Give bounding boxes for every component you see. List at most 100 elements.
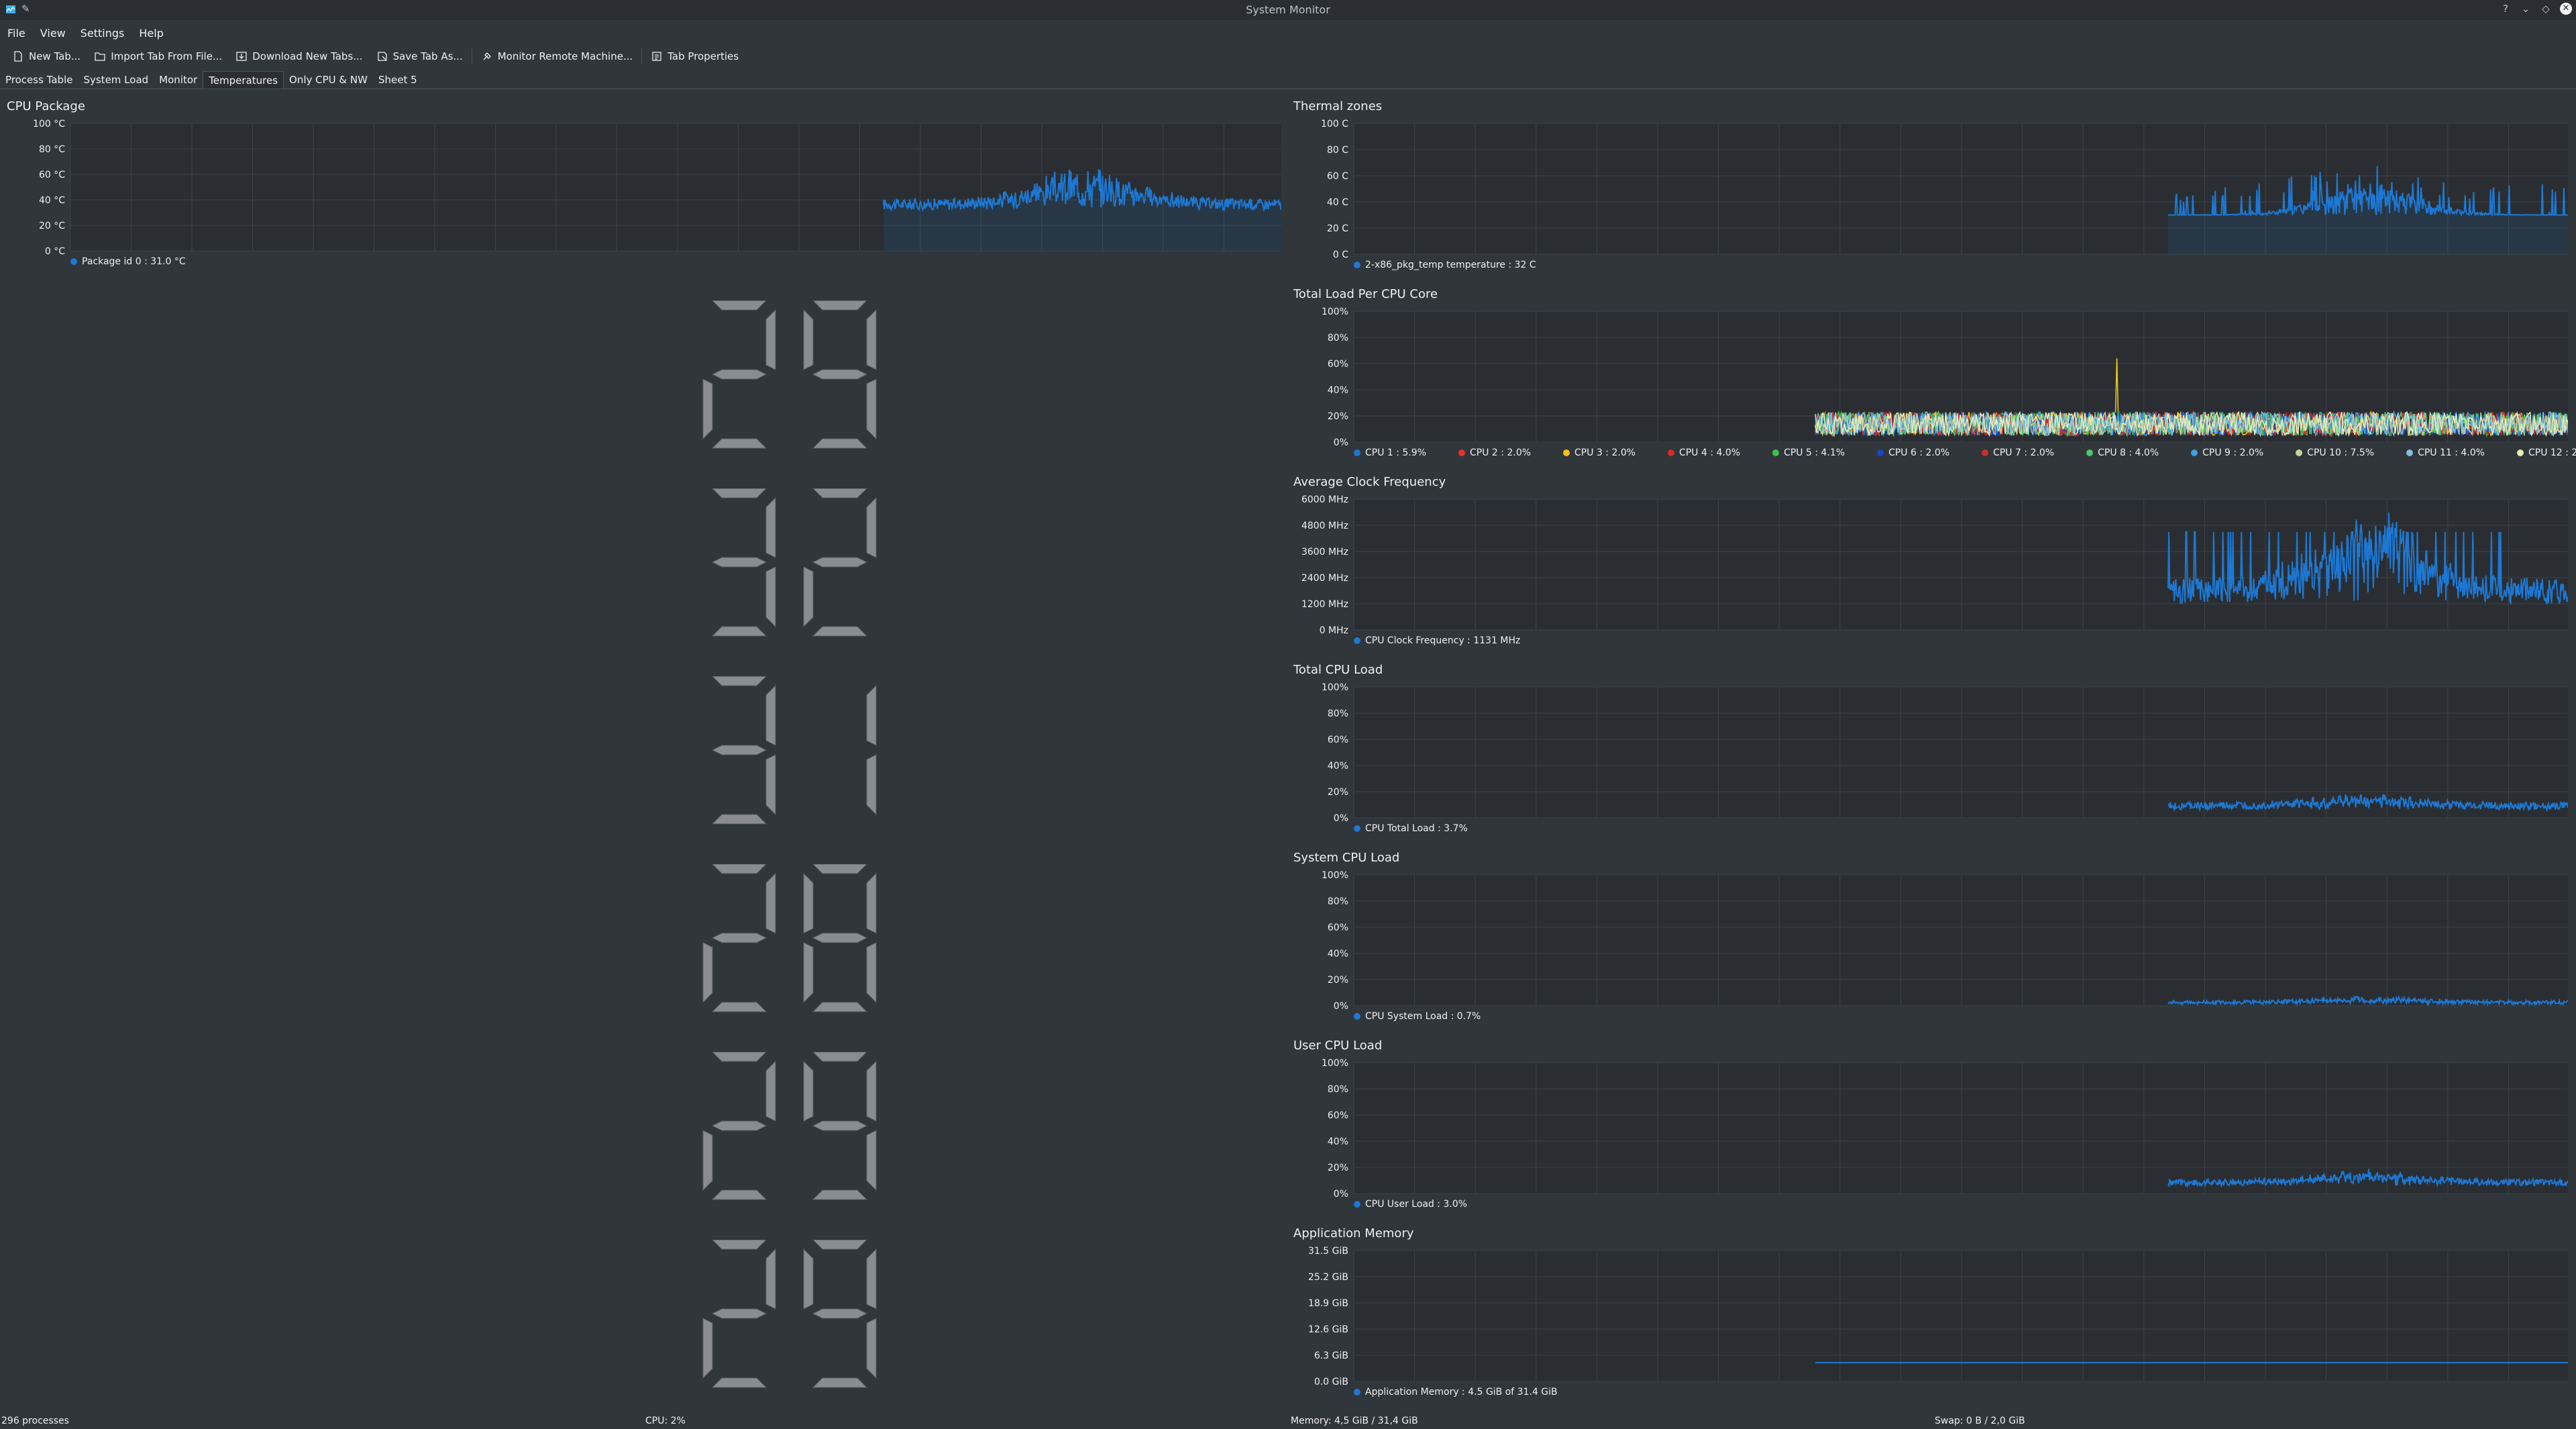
lcd-segment xyxy=(765,566,776,628)
user-cpu-load-chart[interactable]: User CPU Load 100% 80% 60% 40% 20% 0% CPU User … xyxy=(1293,1039,2568,1216)
lcd-segment xyxy=(712,488,767,498)
legend-item: CPU 11 : 4.0% xyxy=(2406,447,2485,458)
lcd-segment xyxy=(765,1060,776,1122)
tab-monitor[interactable]: Monitor xyxy=(154,71,203,89)
maximize-icon[interactable]: ◇ xyxy=(2540,3,2552,15)
plot-group xyxy=(1353,686,2568,818)
lcd-segment xyxy=(711,745,767,755)
new-document-icon xyxy=(14,51,22,62)
y-tick-label: 3600 MHz xyxy=(1301,547,1348,558)
chart-title: User CPU Load xyxy=(1293,1039,1383,1053)
legend-label: Application Memory : 4.5 GiB of 31.4 GiB xyxy=(1365,1387,1558,1397)
legend-label: CPU 4 : 4.0% xyxy=(1679,447,1741,458)
tab-properties-label: Tab Properties xyxy=(667,50,739,62)
close-icon[interactable]: ✕ xyxy=(2560,3,2572,15)
lcd-segment xyxy=(812,1120,868,1131)
y-tick-label: 60% xyxy=(1328,735,1348,745)
y-tick-label: 40 °C xyxy=(39,195,65,206)
y-tick-label: 2400 MHz xyxy=(1301,573,1348,584)
legend-label: CPU System Load : 0.7% xyxy=(1365,1011,1481,1022)
plot-area: 6000 MHz 4800 MHz 3600 MHz 2400 MHz 1200 MHz… xyxy=(1301,495,2568,634)
legend-item: Package id 0 : 31.0 °C xyxy=(70,256,186,267)
thermal-zones-chart[interactable]: Thermal zones 100 C 80 C 60 C 40 C 20 C 0 C 2-x… xyxy=(1293,99,2568,277)
cpu-status: CPU: 2% xyxy=(645,1416,686,1426)
lcd-segment xyxy=(803,942,814,1004)
new-tab-button[interactable]: New Tab... xyxy=(5,48,87,65)
y-tick-label: 20 C xyxy=(1327,223,1348,234)
chart-legend: CPU 1 : 5.9% CPU 2 : 2.0% CPU 3 : 2.0% CPU … xyxy=(1354,447,2576,458)
plot-area: 100% 80% 60% 40% 20% 0% xyxy=(1322,1059,2568,1198)
legend-item: CPU 12 : 2.0% xyxy=(2516,447,2576,458)
remote-connect-icon xyxy=(483,52,491,60)
legend-label: CPU 8 : 4.0% xyxy=(2098,447,2159,458)
system-cpu-load-chart[interactable]: System CPU Load 100% 80% 60% 40% 20% 0% CPU Sys… xyxy=(1293,851,2568,1028)
y-tick-label: 20% xyxy=(1328,1163,1348,1173)
lcd-digits xyxy=(702,301,877,449)
monitor-remote-button[interactable]: Monitor Remote Machine... xyxy=(474,48,640,65)
app-memory-chart[interactable]: Application Memory 31.5 GiB 25.2 GiB 18.9 G… xyxy=(1293,1226,2568,1404)
menu-view[interactable]: View xyxy=(33,24,73,40)
per-core-load-chart[interactable]: Total Load Per CPU Core 100% 80% 60% 40% 20% 0… xyxy=(1293,287,2576,465)
y-tick-label: 20% xyxy=(1328,975,1348,986)
minimize-icon[interactable]: ⌄ xyxy=(2520,3,2532,15)
tab-system-load[interactable]: System Load xyxy=(78,71,154,89)
legend-label: CPU 9 : 2.0% xyxy=(2202,447,2264,458)
plot-group xyxy=(1353,1250,2568,1382)
lcd-segment xyxy=(765,872,776,934)
lcd-segment xyxy=(711,438,767,449)
help-icon[interactable]: ? xyxy=(2500,3,2512,15)
legend-item: Application Memory : 4.5 GiB of 31.4 GiB xyxy=(1354,1387,1558,1397)
y-tick-label: 0 °C xyxy=(45,246,65,255)
lcd-digits xyxy=(702,1240,877,1388)
lcd-segment xyxy=(812,626,868,637)
chart-legend: CPU Total Load : 3.7% xyxy=(1354,823,1468,834)
tab-properties-button[interactable]: Tab Properties xyxy=(644,48,745,65)
lcd-segment xyxy=(866,684,877,746)
menu-file[interactable]: File xyxy=(0,24,33,40)
folder-open-icon xyxy=(95,52,105,61)
lcd-reading: 31 xyxy=(698,676,885,825)
chart-legend: CPU User Load : 3.0% xyxy=(1354,1199,1467,1210)
y-tick-label: 0% xyxy=(1334,437,1348,446)
total-cpu-load-chart[interactable]: Total CPU Load 100% 80% 60% 40% 20% 0% CPU Tota… xyxy=(1293,663,2568,841)
lcd-segment xyxy=(812,438,868,449)
tab-process-table[interactable]: Process Table xyxy=(0,71,78,89)
lcd-segment xyxy=(702,942,713,1004)
y-tick-label: 60 C xyxy=(1327,171,1348,182)
clock-frequency-chart[interactable]: Average Clock Frequency 6000 MHz 4800 MHz 3… xyxy=(1293,475,2568,653)
lcd-segment xyxy=(803,1248,814,1310)
menu-settings[interactable]: Settings xyxy=(73,24,132,40)
tab-only-cpu-nw[interactable]: Only CPU & NW xyxy=(284,71,373,89)
lcd-segment xyxy=(712,864,767,874)
legend-label: CPU 7 : 2.0% xyxy=(1993,447,2055,458)
download-tabs-button[interactable]: Download New Tabs... xyxy=(229,48,369,65)
legend-item: CPU 2 : 2.0% xyxy=(1458,447,1531,458)
legend-swatch xyxy=(1354,1201,1360,1208)
y-tick-label: 6.3 GiB xyxy=(1314,1351,1348,1361)
legend-label: 2-x86_pkg_temp temperature : 32 C xyxy=(1365,260,1536,270)
menu-help[interactable]: Help xyxy=(131,24,170,40)
lcd-segment xyxy=(803,1060,814,1122)
chart-legend: CPU Clock Frequency : 1131 MHz xyxy=(1354,635,1520,646)
save-tab-button[interactable]: Save Tab As... xyxy=(370,48,470,65)
cpu-package-chart[interactable]: CPU Package 100 °C 80 °C 60 °C 40 °C 20 °C 0 °… xyxy=(7,99,1281,274)
lcd-segment xyxy=(866,1248,877,1310)
y-tick-label: 6000 MHz xyxy=(1301,495,1348,505)
tab-sheet-5[interactable]: Sheet 5 xyxy=(373,71,423,89)
y-tick-label: 12.6 GiB xyxy=(1308,1324,1348,1335)
lcd-segment xyxy=(866,378,877,440)
legend-swatch xyxy=(1877,449,1884,456)
plot-area: 100% 80% 60% 40% 20% 0% xyxy=(1322,683,2568,822)
plot-group xyxy=(1353,311,2568,443)
legend-item: CPU Clock Frequency : 1131 MHz xyxy=(1354,635,1520,646)
y-tick-label: 40% xyxy=(1328,385,1348,396)
chart-legend: Application Memory : 4.5 GiB of 31.4 GiB xyxy=(1354,1387,1558,1397)
chart-title: Average Clock Frequency xyxy=(1293,475,1446,489)
import-tab-button[interactable]: Import Tab From File... xyxy=(87,48,229,65)
lcd-segment xyxy=(702,1130,713,1192)
tab-temperatures[interactable]: Temperatures xyxy=(203,71,284,89)
chart-title: Thermal zones xyxy=(1293,99,1383,113)
lcd-reading: 29 xyxy=(698,301,885,449)
legend-label: CPU 6 : 2.0% xyxy=(1888,447,1950,458)
legend-label: CPU 11 : 4.0% xyxy=(2418,447,2485,458)
